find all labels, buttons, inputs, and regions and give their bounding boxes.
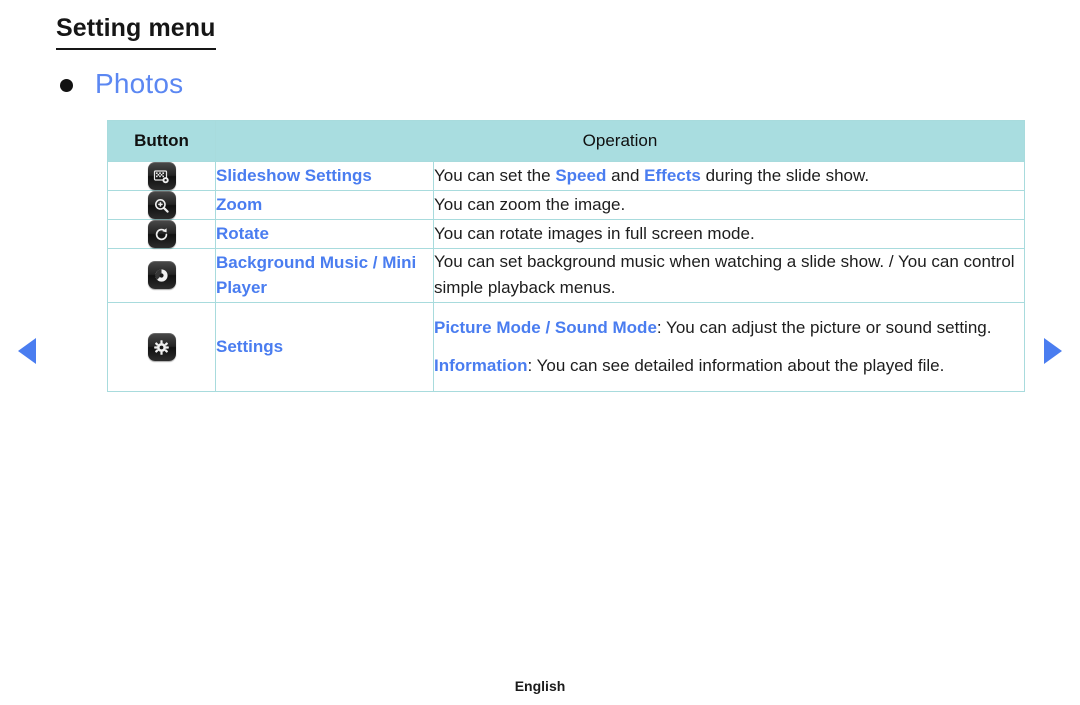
button-cell (107, 219, 216, 249)
desc-highlight: Effects (644, 165, 701, 185)
desc-highlight: Information (434, 356, 528, 376)
settings-gear-icon[interactable] (147, 333, 176, 362)
desc-text: during the slide show. (700, 165, 870, 185)
table-header-row: Button Operation (107, 120, 1026, 162)
desc-text: You can rotate images in full screen mod… (434, 223, 755, 243)
operation-name: Zoom (215, 190, 434, 220)
table-row: Rotate You can rotate images in full scr… (107, 219, 1026, 249)
operation-description: You can set the Speed and Effects during… (432, 161, 1026, 191)
table-row: Zoom You can zoom the image. (107, 190, 1026, 220)
table-row: Settings Picture Mode / Sound Mode: You … (107, 301, 1026, 393)
triangle-left-icon[interactable] (18, 338, 36, 364)
section-title: Photos (95, 68, 184, 99)
bullet-dot-icon (60, 79, 73, 92)
page-title: Setting menu (56, 14, 216, 50)
desc-text: You can zoom the image. (434, 194, 626, 214)
operation-description: Picture Mode / Sound Mode: You can adjus… (432, 301, 1026, 393)
desc-highlight: Speed (555, 165, 607, 185)
desc-text: : You can see detailed information about… (527, 356, 945, 376)
desc-text: You can set the (434, 165, 556, 185)
table-row: Background Music / Mini Player You can s… (107, 248, 1026, 303)
button-cell (107, 248, 216, 303)
operation-description: You can zoom the image. (432, 190, 1026, 220)
operation-description: You can set background music when watchi… (432, 248, 1026, 303)
operation-name: Slideshow Settings (215, 161, 434, 191)
slideshow-settings-icon[interactable] (147, 162, 176, 190)
desc-text: and (606, 165, 645, 185)
operation-name: Rotate (215, 219, 434, 249)
column-header-button: Button (107, 120, 216, 162)
background-music-icon[interactable] (147, 261, 176, 290)
button-cell (107, 301, 216, 393)
zoom-in-icon[interactable] (147, 191, 176, 219)
footer-language: English (514, 678, 566, 694)
triangle-right-icon[interactable] (1044, 338, 1062, 364)
button-cell (107, 190, 216, 220)
button-cell (107, 161, 216, 191)
operation-name: Settings (215, 301, 434, 393)
operation-table: Button Operation Slideshow Settings You … (107, 120, 1026, 393)
operation-name: Background Music / Mini Player (215, 248, 434, 303)
desc-highlight: Picture Mode / Sound Mode (434, 317, 657, 337)
operation-description: You can rotate images in full screen mod… (432, 219, 1026, 249)
desc-text: : You can adjust the picture or sound se… (656, 317, 992, 337)
table-row: Slideshow Settings You can set the Speed… (107, 161, 1026, 191)
column-header-operation: Operation (214, 120, 1026, 162)
rotate-icon[interactable] (147, 220, 176, 248)
section-heading: Photos (60, 70, 183, 98)
desc-text: You can set background music when watchi… (434, 252, 1015, 298)
